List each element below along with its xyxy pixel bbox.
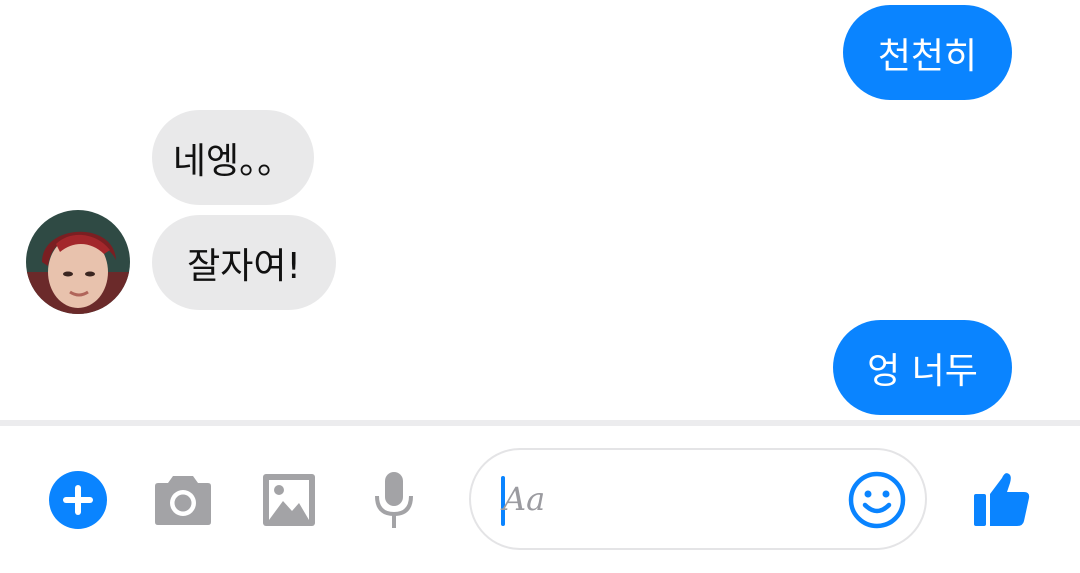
camera-icon[interactable] <box>153 472 213 526</box>
outgoing-message[interactable]: 천천히 <box>843 5 1012 100</box>
contact-avatar[interactable] <box>26 210 130 314</box>
avatar-image <box>26 210 130 314</box>
message-text: 잘자여! <box>187 245 301 287</box>
conversation-area: 천천히 네엥。。 잘자여! 엉 너두 <box>0 0 1080 420</box>
thumbs-up-icon[interactable] <box>972 468 1032 528</box>
emoji-icon[interactable] <box>847 470 907 530</box>
outgoing-message[interactable]: 엉 너두 <box>833 320 1012 415</box>
microphone-icon[interactable] <box>372 470 416 530</box>
plus-icon[interactable] <box>48 470 108 530</box>
message-composer: Aa <box>0 426 1080 573</box>
message-text: 천천히 <box>877 35 978 77</box>
image-icon[interactable] <box>262 473 316 527</box>
message-text: 네엥。。 <box>172 140 294 182</box>
message-text: 엉 너두 <box>867 350 978 392</box>
incoming-message[interactable]: 잘자여! <box>152 215 336 310</box>
message-input-placeholder: Aa <box>503 480 546 518</box>
message-input[interactable]: Aa <box>469 448 927 550</box>
incoming-message[interactable]: 네엥。。 <box>152 110 314 205</box>
